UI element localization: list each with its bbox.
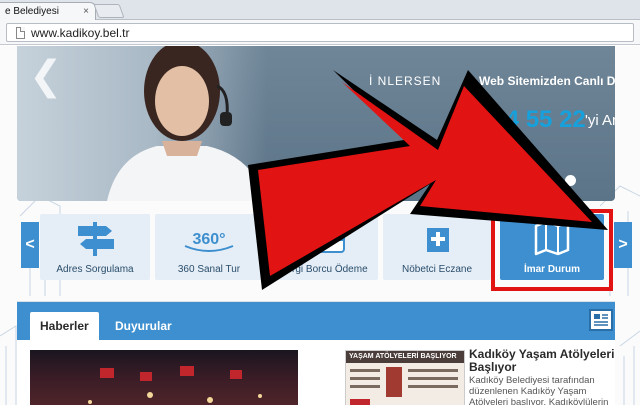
banner-phone: 444 55 22 [479, 106, 586, 133]
news-main-photo[interactable] [30, 350, 298, 405]
slide-dot[interactable] [531, 175, 542, 186]
quick-link-label: 360 Sanal Tur [177, 264, 241, 275]
credit-card-icon [306, 226, 345, 253]
slide-dot[interactable] [548, 175, 559, 186]
slide-dot[interactable] [497, 175, 508, 186]
pharmacy-icon [427, 228, 449, 252]
tab-title: e Belediyesi [5, 6, 59, 17]
browser-toolbar: www.kadikoy.bel.tr [0, 20, 640, 45]
slide-indicators [497, 173, 582, 186]
quick-links-next-button[interactable]: > [614, 222, 632, 268]
banner-tagline: İ NLERSEN [369, 74, 442, 88]
quick-link-label: Adres Sorgulama [56, 264, 134, 275]
news-headline[interactable]: Kadıköy Yaşam Atölyeleri Başlıyor [469, 348, 615, 374]
tab-close-icon[interactable]: × [83, 6, 89, 17]
news-panel: Haberler Duyurular YAŞAM ATÖLYELERİ BAŞL… [17, 301, 615, 405]
banner-heading: Web Sitemizden Canlı D [479, 74, 615, 88]
browser-tabstrip: e Belediyesi × [0, 0, 640, 20]
quick-link-nobetci-eczane[interactable]: Nöbetci Eczane [383, 214, 491, 280]
news-tab-bar: Haberler Duyurular [17, 302, 615, 340]
news-summary: Kadıköy Belediyesi tarafından düzenlenen… [469, 375, 609, 405]
quick-link-label: Nöbetci Eczane [401, 264, 473, 275]
quick-links-prev-button[interactable]: < [21, 222, 39, 268]
tab-haberler[interactable]: Haberler [30, 312, 99, 340]
url-text[interactable]: www.kadikoy.bel.tr [31, 26, 129, 40]
hero-banner: ❮ İ NLERSEN Web Sitemizden Canlı D 444 5… [17, 46, 615, 201]
quick-link-adres-sorgulama[interactable]: Adres Sorgulama [40, 214, 150, 280]
annotation-highlight-box [491, 209, 613, 291]
browser-tab[interactable]: e Belediyesi × [0, 2, 96, 20]
newspaper-icon[interactable] [589, 309, 613, 331]
call-center-agent-image [107, 46, 267, 201]
quick-link-360-sanal-tur[interactable]: 360° 360 Sanal Tur [155, 214, 263, 280]
address-bar[interactable]: www.kadikoy.bel.tr [6, 23, 634, 42]
web-page: ❮ İ NLERSEN Web Sitemizden Canlı D 444 5… [0, 46, 640, 405]
slide-dot-active[interactable] [565, 175, 576, 186]
thumbnail-heading: YAŞAM ATÖLYELERİ BAŞLIYOR [346, 351, 464, 363]
new-tab-button[interactable] [93, 4, 125, 18]
banner-prev-icon[interactable]: ❮ [29, 56, 63, 96]
banner-phone-suffix: 'yi Araya [585, 112, 615, 129]
svg-text:360°: 360° [192, 231, 225, 248]
slide-dot[interactable] [514, 175, 525, 186]
page-icon [16, 27, 25, 39]
signpost-icon [78, 222, 114, 256]
tab-duyurular[interactable]: Duyurular [105, 312, 182, 340]
360-icon: 360° [184, 231, 234, 252]
news-thumbnail[interactable]: YAŞAM ATÖLYELERİ BAŞLIYOR [345, 350, 465, 405]
quick-link-vergi-borcu-odeme[interactable]: Vergi Borcu Ödeme [270, 214, 378, 280]
quick-link-label: Vergi Borcu Ödeme [280, 264, 368, 275]
